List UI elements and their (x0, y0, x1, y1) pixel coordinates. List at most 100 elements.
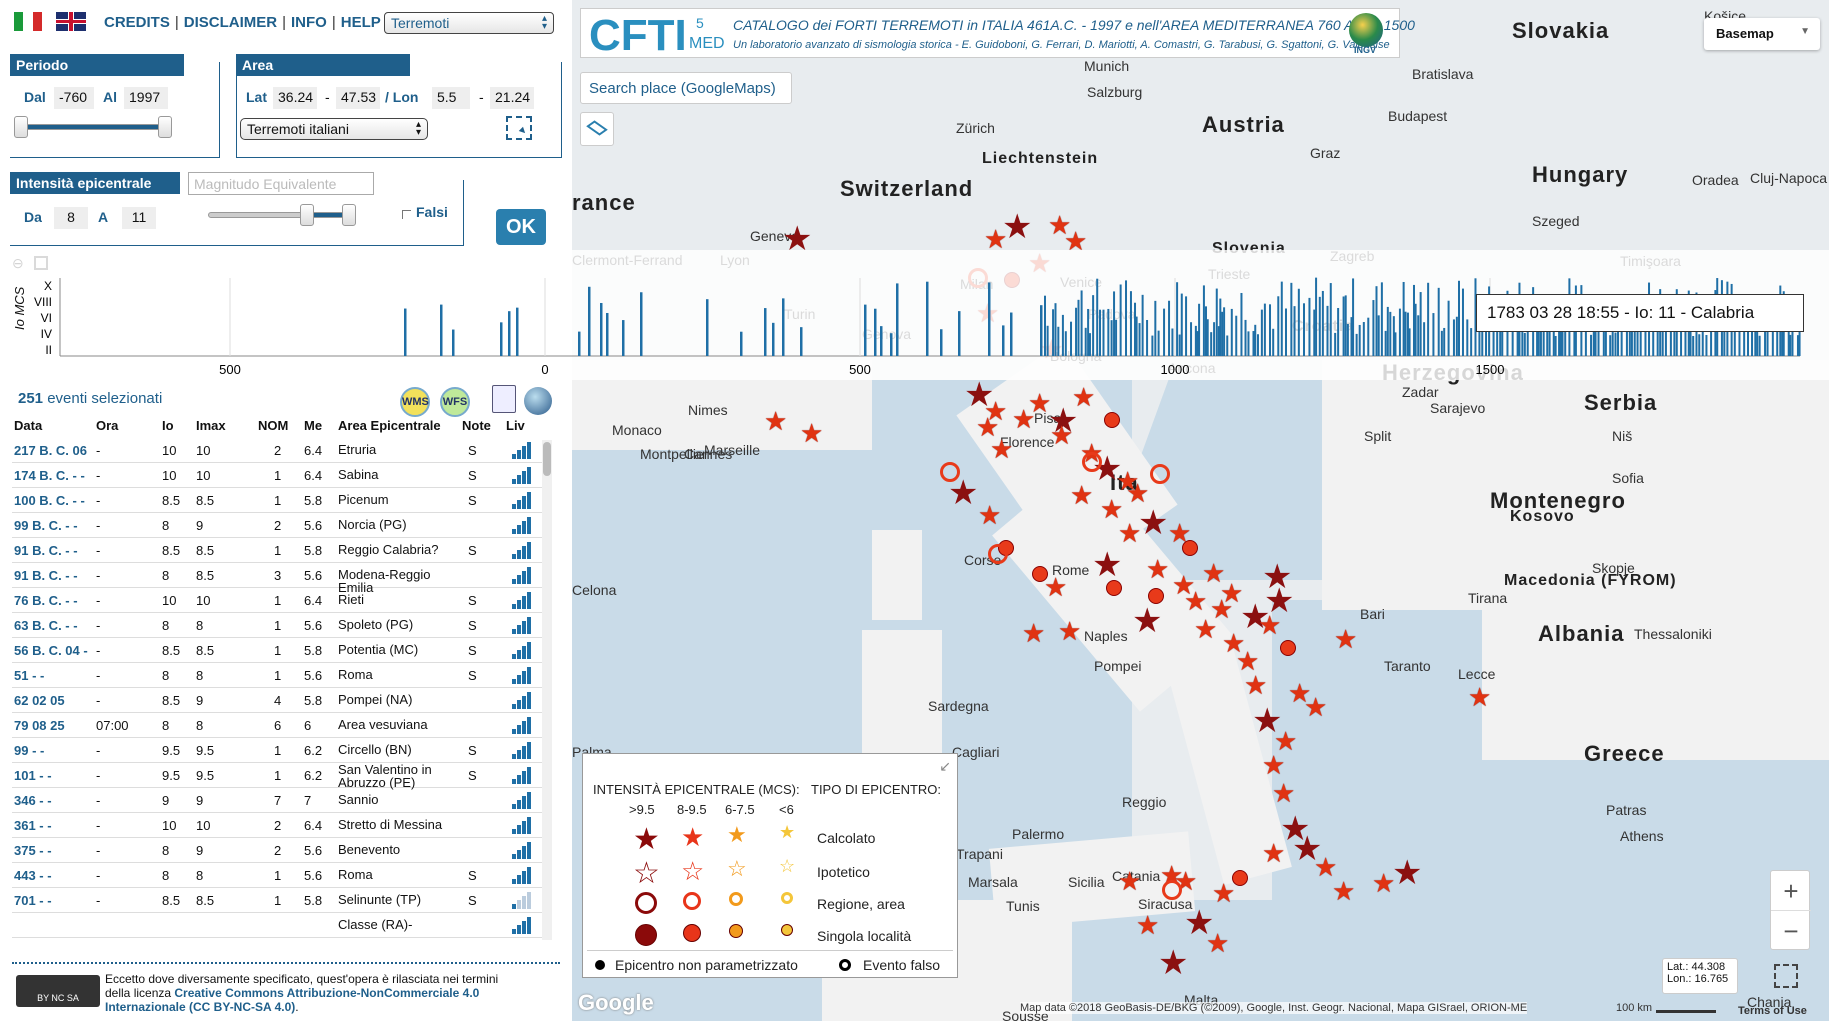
earthquake-marker[interactable] (1280, 640, 1296, 656)
earthquake-marker[interactable]: ★ (1050, 422, 1073, 448)
lat-max-value[interactable]: 47.53 (336, 87, 380, 109)
italian-flag-icon[interactable] (14, 12, 42, 31)
earthquake-marker[interactable]: ★ (1288, 680, 1311, 706)
earthquake-marker[interactable]: ★ (1138, 506, 1168, 540)
cell-data[interactable]: 76 B. C. - - (14, 593, 78, 608)
credits-link[interactable]: CREDITS (104, 14, 170, 31)
table-row[interactable]: 100 B. C. - - - 8.5 8.5 1 5.8 Picenum S (12, 488, 542, 513)
earthquake-marker[interactable]: ★ (1262, 560, 1292, 594)
table-row[interactable]: 79 08 25 07:00 8 8 6 6 Area vesuviana (12, 713, 542, 738)
earthquake-marker[interactable]: ★ (978, 502, 1001, 528)
wfs-button[interactable]: WFS (440, 387, 470, 417)
earthquake-marker[interactable]: ★ (1262, 752, 1285, 778)
earthquake-marker[interactable]: ★ (1136, 912, 1159, 938)
earthquake-region-marker[interactable] (940, 462, 960, 482)
table-row[interactable]: 361 - - - 10 10 2 6.4 Stretto di Messina (12, 813, 542, 838)
cell-data[interactable]: 174 B. C. - - (14, 468, 85, 483)
earthquake-marker[interactable]: ★ (1258, 612, 1281, 638)
earthquake-marker[interactable]: ★ (1158, 946, 1188, 980)
ok-button[interactable]: OK (496, 209, 546, 245)
cell-data[interactable]: 99 B. C. - - (14, 518, 78, 533)
falsi-checkbox[interactable] (402, 210, 411, 219)
earthquake-marker[interactable]: ★ (1022, 620, 1045, 646)
earthquake-marker[interactable]: ★ (1044, 574, 1067, 600)
cell-data[interactable]: 217 B. C. 06 (14, 443, 87, 458)
cell-data[interactable]: 63 B. C. - - (14, 618, 78, 633)
earthquake-marker[interactable]: ★ (984, 226, 1007, 252)
draw-area-select-icon[interactable] (506, 116, 532, 140)
table-row[interactable]: 375 - - - 8 9 2 5.6 Benevento (12, 838, 542, 863)
earthquake-marker[interactable]: ★ (1244, 672, 1267, 698)
earthquake-marker[interactable]: ★ (1212, 880, 1235, 906)
search-place-input[interactable]: Search place (GoogleMaps) (580, 72, 792, 104)
earthquake-marker[interactable]: ★ (1206, 930, 1229, 956)
earthquake-marker[interactable]: ★ (1118, 520, 1141, 546)
period-slider-min-handle[interactable] (14, 116, 28, 138)
cell-data[interactable]: 99 - - (14, 743, 44, 758)
earthquake-marker[interactable]: ★ (1072, 384, 1095, 410)
earthquake-region-marker[interactable] (1150, 464, 1170, 484)
cell-data[interactable]: 361 - - (14, 818, 52, 833)
fullscreen-icon[interactable] (1774, 964, 1798, 988)
table-scrollbar[interactable] (542, 440, 552, 940)
area-select[interactable]: Terremoti italiani ▴ ▾ (240, 118, 428, 140)
earthquake-marker[interactable]: ★ (1070, 482, 1093, 508)
earthquake-marker[interactable]: ★ (764, 408, 787, 434)
intensity-slider-min-handle[interactable] (300, 204, 314, 226)
table-row[interactable]: 443 - - - 8 8 1 5.6 Roma S (12, 863, 542, 888)
wms-button[interactable]: WMS (400, 387, 430, 417)
cell-data[interactable]: 51 - - (14, 668, 44, 683)
earthquake-region-marker[interactable] (1162, 880, 1182, 900)
table-row[interactable]: 56 B. C. 04 - - 8.5 8.5 1 5.8 Potentia (MC) S (12, 638, 542, 663)
cell-data[interactable]: 62 02 05 (14, 693, 65, 708)
earthquake-marker[interactable] (1182, 540, 1198, 556)
cell-data[interactable]: 100 B. C. - - (14, 493, 85, 508)
earthquake-marker[interactable]: ★ (1092, 548, 1122, 582)
table-row[interactable]: 99 B. C. - - - 8 9 2 5.6 Norcia (PG) (12, 513, 542, 538)
histogram-panel[interactable]: X VIII VI IV II 500 0 500 1000 1500 Io MCS 1783 0… (0, 250, 1829, 380)
earthquake-marker[interactable]: ★ (1392, 856, 1422, 890)
zoom-in-button[interactable]: + (1771, 871, 1811, 911)
help-link[interactable]: HELP (341, 14, 381, 31)
earthquake-region-marker[interactable] (1082, 452, 1102, 472)
earthquake-marker[interactable]: ★ (1468, 684, 1491, 710)
cell-data[interactable]: 56 B. C. 04 - (14, 643, 88, 658)
table-row[interactable]: 91 B. C. - - -8 8.5 3 5.6 Modena-Reggio Emili… (12, 563, 542, 594)
uk-flag-icon[interactable] (56, 12, 86, 31)
csv-export-icon[interactable] (492, 385, 516, 413)
terms-of-use-link[interactable]: Terms of Use (1738, 1005, 1807, 1017)
table-row[interactable]: 62 02 05 - 8.5 9 4 5.8 Pompei (NA) (12, 688, 542, 713)
earthquake-marker[interactable]: ★ (976, 414, 999, 440)
dataset-select[interactable]: Terremoti ▴ ▾ (384, 12, 554, 34)
cell-data[interactable]: 375 - - (14, 843, 52, 858)
cell-data[interactable]: 91 B. C. - - (14, 568, 78, 583)
earthquake-region-marker[interactable] (988, 544, 1008, 564)
basemap-select[interactable]: Basemap ▼ (1704, 18, 1820, 50)
table-row[interactable]: 99 - - - 9.5 9.5 1 6.2 Circello (BN) S (12, 738, 542, 763)
info-link[interactable]: INFO (291, 14, 327, 31)
intensity-slider-max-handle[interactable] (342, 204, 356, 226)
table-scrollbar-thumb[interactable] (543, 442, 551, 476)
collapse-legend-icon[interactable]: ↙ (939, 758, 951, 775)
earthquake-marker[interactable]: ★ (1272, 780, 1295, 806)
globe-icon[interactable] (524, 387, 552, 415)
table-row[interactable]: Classe (RA)- (12, 913, 542, 938)
table-row[interactable]: 51 - - - 8 8 1 5.6 Roma S (12, 663, 542, 688)
lon-min-value[interactable]: 5.5 (432, 87, 470, 109)
cell-data[interactable]: 346 - - (14, 793, 52, 808)
table-row[interactable]: 217 B. C. 06- 10 10 2 6.4 Etruria S (12, 438, 542, 463)
cell-data[interactable]: 91 B. C. - - (14, 543, 78, 558)
disclaimer-link[interactable]: DISCLAIMER (184, 14, 277, 31)
da-value[interactable]: 8 (54, 207, 88, 229)
earthquake-marker[interactable]: ★ (1184, 588, 1207, 614)
al-value[interactable]: 1997 (124, 87, 168, 109)
table-row[interactable]: 174 B. C. - - - 10 10 1 6.4 Sabina S (12, 463, 542, 488)
earthquake-marker[interactable]: ★ (1132, 604, 1162, 638)
table-row[interactable]: 346 - - - 9 9 7 7 Sannio (12, 788, 542, 813)
zoom-out-button[interactable]: − (1771, 911, 1811, 951)
a-value[interactable]: 11 (122, 207, 156, 229)
cell-data[interactable]: 701 - - (14, 893, 52, 908)
earthquake-marker[interactable]: ★ (800, 420, 823, 446)
earthquake-marker[interactable]: ★ (1126, 480, 1149, 506)
earthquake-marker[interactable]: ★ (1334, 626, 1357, 652)
